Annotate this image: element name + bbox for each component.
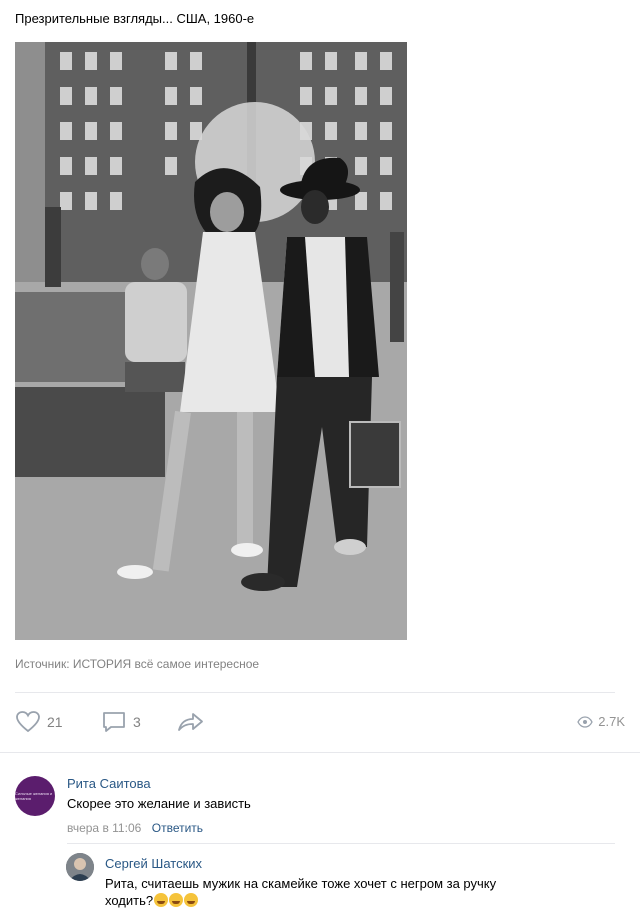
comment: Рита Саитова Скорее это желание и завист… bbox=[67, 776, 251, 837]
post-photo[interactable] bbox=[15, 42, 407, 640]
like-button[interactable]: 21 bbox=[15, 710, 63, 734]
views-counter: 2.7K bbox=[577, 714, 625, 729]
post-text: Презрительные взгляды... США, 1960-е bbox=[15, 11, 255, 26]
laugh-emoji-icon bbox=[184, 893, 199, 907]
likes-count: 21 bbox=[47, 714, 63, 730]
eye-icon bbox=[577, 715, 593, 728]
heart-icon bbox=[16, 711, 40, 733]
comment: Сергей Шатских Рита, считаешь мужик на с… bbox=[105, 856, 605, 909]
post-actions: 21 3 2.7K bbox=[15, 710, 625, 740]
laugh-emoji-icon bbox=[154, 893, 169, 907]
divider bbox=[67, 843, 615, 844]
comment-icon bbox=[103, 712, 125, 732]
comment-button[interactable]: 3 bbox=[101, 710, 141, 734]
comment-author[interactable]: Рита Саитова bbox=[67, 776, 251, 791]
avatar[interactable] bbox=[66, 853, 94, 881]
avatar[interactable]: Сильные желания и желания bbox=[15, 776, 55, 816]
views-count: 2.7K bbox=[598, 714, 625, 729]
comment-time[interactable]: вчера в 11:06 bbox=[67, 821, 141, 835]
comment-author[interactable]: Сергей Шатских bbox=[105, 856, 605, 871]
share-button[interactable] bbox=[175, 710, 205, 734]
comment-text-line: Рита, считаешь мужик на скамейке тоже хо… bbox=[105, 876, 497, 891]
laugh-emoji-icon bbox=[169, 893, 184, 907]
reply-link[interactable]: Ответить bbox=[152, 821, 203, 835]
comments-count: 3 bbox=[133, 714, 141, 730]
comment-text: Скорее это желание и зависть bbox=[67, 796, 251, 811]
share-icon bbox=[178, 713, 203, 731]
post-source[interactable]: Источник: ИСТОРИЯ всё самое интересное bbox=[15, 657, 259, 671]
divider bbox=[0, 752, 640, 753]
avatar-text: Сильные желания и желания bbox=[15, 791, 53, 801]
comment-text: Рита, считаешь мужик на скамейке тоже хо… bbox=[105, 875, 605, 909]
comment-text-line: ходить? bbox=[105, 893, 154, 908]
divider bbox=[15, 692, 615, 693]
